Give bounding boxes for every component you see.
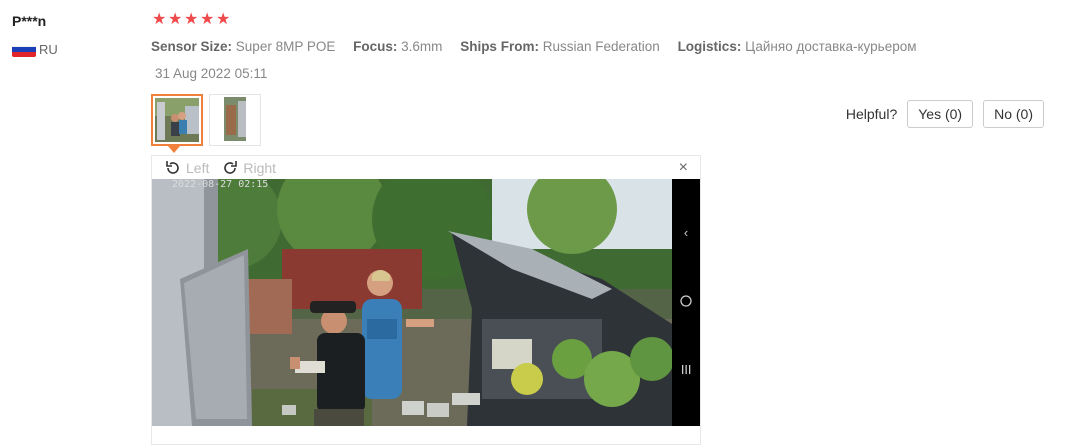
attribute-logistics: Logistics: Цайняо доставка-курьером bbox=[677, 39, 917, 54]
helpful-label: Helpful? bbox=[845, 106, 898, 122]
thumbnail-2[interactable] bbox=[209, 94, 261, 146]
star-icon: ★ bbox=[200, 11, 215, 28]
star-icon: ★ bbox=[168, 11, 183, 28]
rotate-left-icon bbox=[166, 160, 179, 174]
attribute-sensor-size: Sensor Size: Super 8MP POE bbox=[151, 39, 336, 54]
viewer-toolbar: Left Right × bbox=[152, 156, 700, 179]
thumbnail-1[interactable] bbox=[151, 94, 203, 146]
thumbnail-caret bbox=[168, 146, 180, 153]
attribute-ships-from: Ships From: Russian Federation bbox=[460, 39, 660, 54]
star-icon: ★ bbox=[152, 11, 167, 28]
review-country: RU bbox=[12, 41, 58, 57]
image-viewer: Left Right × 2022-08-27 02:15 ‹ bbox=[151, 155, 701, 445]
rotate-left-button[interactable]: Left bbox=[164, 159, 209, 177]
menu-lines-icon[interactable] bbox=[682, 365, 691, 374]
rating-stars: ★ ★ ★ ★ ★ bbox=[152, 11, 231, 28]
helpful-section: Helpful? Yes (0) No (0) bbox=[846, 100, 1044, 128]
star-icon: ★ bbox=[216, 11, 231, 28]
review-thumbnails bbox=[151, 94, 261, 146]
russia-flag-icon bbox=[12, 41, 36, 57]
rotate-right-button[interactable]: Right bbox=[221, 159, 276, 177]
svg-text:2022-08-27 02:15: 2022-08-27 02:15 bbox=[172, 179, 268, 190]
helpful-yes-button[interactable]: Yes (0) bbox=[907, 100, 974, 128]
helpful-no-button[interactable]: No (0) bbox=[983, 100, 1044, 128]
rotate-right-icon bbox=[224, 160, 238, 174]
review-photo: 2022-08-27 02:15 ‹ bbox=[152, 179, 700, 426]
review-user-name: P***n bbox=[12, 13, 47, 29]
attribute-focus: Focus: 3.6mm bbox=[353, 39, 443, 54]
order-attributes: Sensor Size: Super 8MP POE Focus: 3.6mm … bbox=[151, 39, 931, 54]
review-date: 31 Aug 2022 05:11 bbox=[155, 66, 268, 81]
close-icon[interactable]: × bbox=[679, 159, 688, 177]
country-code: RU bbox=[39, 41, 58, 57]
chevron-left-icon[interactable]: ‹ bbox=[684, 225, 688, 240]
star-icon: ★ bbox=[184, 11, 199, 28]
